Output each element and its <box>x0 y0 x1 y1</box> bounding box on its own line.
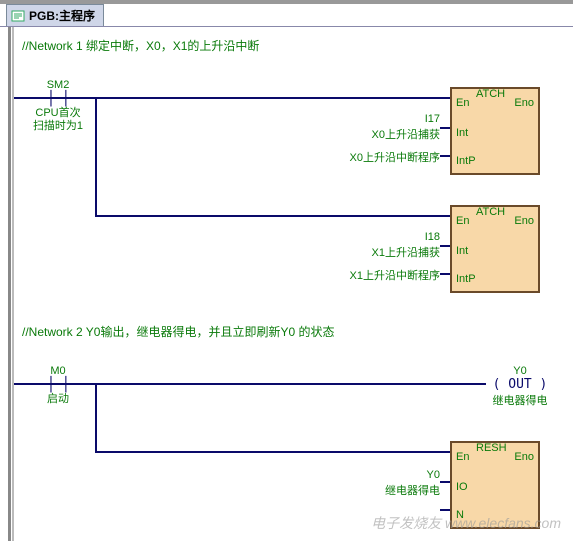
pin-eno: Eno <box>514 97 534 109</box>
coil-symbol: ( OUT ) <box>480 377 560 392</box>
contact-sm2[interactable]: SM2 ─┤ ├─ CPU首次 扫描时为1 <box>28 79 88 132</box>
pin-eno: Eno <box>514 215 534 227</box>
desc2: 扫描时为1 <box>28 120 88 133</box>
pin-int: Int <box>456 127 468 139</box>
int-desc-2: X1上升沿捕获 <box>310 244 440 260</box>
block-name: ATCH <box>476 206 505 218</box>
block-atch-1[interactable]: ATCH En Eno Int IntP <box>450 87 540 175</box>
block-name: RESH <box>476 442 507 454</box>
wire <box>95 97 97 217</box>
int-desc-1: X0上升沿捕获 <box>310 126 440 142</box>
contact-symbol: ─┤ ├─ <box>28 377 88 393</box>
program-icon <box>11 9 25 23</box>
pin-io: IO <box>456 481 468 493</box>
pin-en: En <box>456 451 469 463</box>
desc1: CPU首次 <box>28 107 88 120</box>
wire <box>440 245 450 247</box>
block-name: ATCH <box>476 88 505 100</box>
block-atch-2[interactable]: ATCH En Eno Int IntP <box>450 205 540 293</box>
intp-desc-1: X0上升沿中断程序 <box>310 149 440 165</box>
power-rail-left-shadow <box>12 27 14 541</box>
tab-title: PGB:主程序 <box>29 7 95 24</box>
wire <box>440 481 450 483</box>
network2-comment: //Network 2 Y0输出，继电器得电，并且立即刷新Y0 的状态 <box>22 323 335 340</box>
contact-m0[interactable]: M0 ─┤ ├─ 启动 <box>28 365 88 406</box>
tag: M0 <box>28 365 88 377</box>
pin-en: En <box>456 97 469 109</box>
ladder-canvas: //Network 1 绑定中断，X0，X1的上升沿中断 SM2 ─┤ ├─ C… <box>0 26 573 541</box>
desc1: 启动 <box>28 393 88 406</box>
int-tag-1: I17 <box>310 113 440 125</box>
wire <box>440 509 450 511</box>
watermark: 电子发烧友 www.elecfans.com <box>371 513 561 533</box>
tag: SM2 <box>28 79 88 91</box>
pin-int: Int <box>456 245 468 257</box>
io-tag: Y0 <box>310 469 440 481</box>
pin-eno: Eno <box>514 451 534 463</box>
pin-intp: IntP <box>456 155 476 167</box>
program-tab[interactable]: PGB:主程序 <box>6 4 104 26</box>
power-rail-left <box>8 27 11 541</box>
io-desc: 继电器得电 <box>310 482 440 498</box>
coil-y0[interactable]: Y0 ( OUT ) 继电器得电 <box>480 365 560 408</box>
int-tag-2: I18 <box>310 231 440 243</box>
wire <box>95 383 97 453</box>
contact-symbol: ─┤ ├─ <box>28 91 88 107</box>
wire <box>95 451 450 453</box>
wire <box>440 127 450 129</box>
network1-comment: //Network 1 绑定中断，X0，X1的上升沿中断 <box>22 37 259 54</box>
wire <box>440 273 450 275</box>
coil-desc: 继电器得电 <box>480 392 560 408</box>
wire <box>95 215 450 217</box>
pin-en: En <box>456 215 469 227</box>
wire <box>440 155 450 157</box>
intp-desc-2: X1上升沿中断程序 <box>310 267 440 283</box>
pin-intp: IntP <box>456 273 476 285</box>
coil-tag: Y0 <box>480 365 560 377</box>
